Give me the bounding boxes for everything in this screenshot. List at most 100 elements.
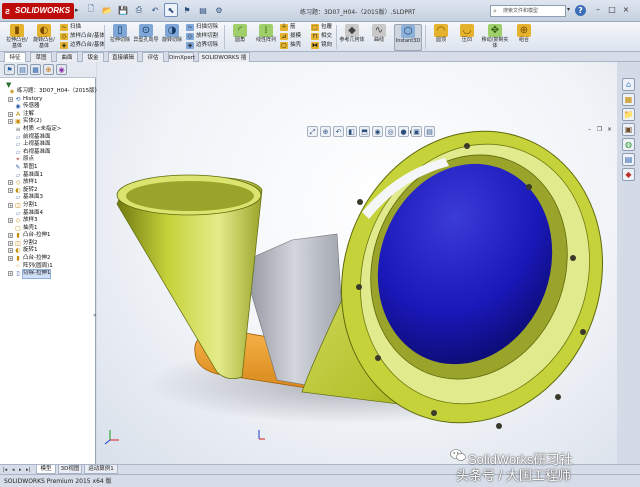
file-explorer-icon[interactable]: 📁 (622, 108, 635, 121)
expand-toggle-icon[interactable]: + (8, 240, 13, 246)
hide-show-icon[interactable]: ◎ (385, 126, 396, 137)
select-icon[interactable]: ⬉ (164, 3, 178, 17)
rib-button[interactable]: ┴ 筋 (280, 23, 296, 32)
wrap-button[interactable]: ⬚ 包覆 (311, 23, 332, 32)
help-icon[interactable]: ? (575, 5, 586, 16)
zoom-area-icon[interactable]: ⊕ (320, 126, 331, 137)
new-icon[interactable]: 🗋 (84, 3, 98, 17)
next-tab-icon[interactable]: ▸ (19, 466, 22, 474)
solidworks-forum-icon[interactable]: ◆ (622, 168, 635, 181)
view-settings-icon[interactable]: ▤ (424, 126, 435, 137)
tree-item[interactable]: + A 注解 (0, 111, 96, 119)
tree-item[interactable]: ≡ 材质 <未指定> (0, 126, 96, 134)
scene-icon[interactable]: ▣ (411, 126, 422, 137)
boundary-boss-button[interactable]: ◈ 边界凸台/基体 (60, 41, 105, 50)
view-orientation-icon[interactable]: ⬒ (359, 126, 370, 137)
tree-item[interactable]: + ⟲ History (0, 96, 96, 104)
draft-button[interactable]: ⊿ 拔模 (280, 32, 301, 41)
revolve-boss-button[interactable]: ◐ 旋转凸台/基体 (31, 24, 57, 51)
revolve-cut-button[interactable]: ◑ 旋转切除 (159, 24, 185, 51)
tab-sketch[interactable]: 草图 (30, 52, 52, 62)
hole-wizard-button[interactable]: ⊙ 异型孔向导 (133, 24, 159, 51)
tab-motion-study[interactable]: 运动算例1 (84, 465, 118, 474)
tab-features[interactable]: 特征 (4, 52, 26, 62)
tree-item[interactable]: + ◐ 旋转2 (0, 187, 96, 195)
linear-pattern-button[interactable]: ⁞ 线性阵列 (253, 24, 279, 51)
tab-sheet-metal[interactable]: 钣金 (82, 52, 104, 62)
previous-view-icon[interactable]: ↶ (333, 126, 344, 137)
curves-button[interactable]: ∿ 曲线 (366, 24, 392, 51)
tab-solidworks-addins[interactable]: SOLIDWORKS 插件 (198, 52, 250, 71)
tree-item[interactable]: ▱ 右视基准面 (0, 149, 96, 157)
combine-button[interactable]: ⊕ 组合 (511, 24, 537, 51)
graphics-area[interactable]: ⤢ ⊕ ↶ ◧ ⬒ ◉ ◎ ● ▣ ▤ – ❐ × (97, 62, 617, 464)
menu-arrow-icon[interactable]: ▸ (75, 6, 79, 14)
tree-item[interactable]: + ◇ 放样3 (0, 217, 96, 225)
expand-toggle-icon[interactable]: + (8, 271, 13, 277)
expand-toggle-icon[interactable]: + (8, 248, 13, 254)
tab-dimxpert[interactable]: DimXpert (168, 52, 195, 62)
tree-item[interactable]: + ◇ 放样1 (0, 179, 96, 187)
tree-item[interactable]: ◉ 传感器 (0, 103, 96, 111)
maximize-button[interactable]: □ (606, 4, 618, 16)
close-button[interactable]: × (620, 4, 632, 16)
loft-boss-button[interactable]: ◇ 放样凸台/基体 (60, 32, 105, 41)
tree-item[interactable]: + ◐ 旋转1 (0, 247, 96, 255)
viewport-close-icon[interactable]: × (605, 125, 614, 134)
tree-item[interactable]: ▱ 基准面4 (0, 210, 96, 218)
expand-toggle-icon[interactable]: + (8, 187, 13, 193)
config-manager-icon[interactable]: ▦ (30, 64, 41, 75)
feature-tree-icon[interactable]: ⚑ (4, 64, 15, 75)
tree-item[interactable]: + ◫ 分割1 (0, 202, 96, 210)
solidworks-resources-icon[interactable]: ⌂ (622, 78, 635, 91)
first-tab-icon[interactable]: |◂ (3, 466, 7, 474)
expand-toggle-icon[interactable]: + (8, 96, 13, 102)
move-copy-button[interactable]: ✥ 移动/复制实体 (480, 24, 510, 51)
property-manager-icon[interactable]: ▤ (17, 64, 28, 75)
fillet-button[interactable]: ◜ 圆角 (227, 24, 253, 51)
tree-item[interactable]: ▱ 基准面3 (0, 194, 96, 202)
tree-item[interactable]: ◈ 练习题：3D07_H04-（2015版） (0, 88, 100, 96)
prev-tab-icon[interactable]: ◂ (12, 466, 15, 474)
indent-button[interactable]: ◡ 压凹 (454, 24, 480, 51)
view-palette-icon[interactable]: ▣ (622, 123, 635, 136)
tab-evaluate[interactable]: 评估 (142, 52, 164, 62)
save-icon[interactable]: 💾 (116, 3, 130, 17)
extrude-boss-button[interactable]: ▮ 拉伸凸台/基体 (4, 24, 30, 51)
tree-item[interactable]: ⌖ 原点 (0, 156, 96, 164)
expand-toggle-icon[interactable]: + (8, 119, 13, 125)
extrude-cut-button[interactable]: ▯ 拉伸切除 (107, 24, 133, 51)
dimxpert-manager-icon[interactable]: ⊕ (43, 64, 54, 75)
expand-toggle-icon[interactable]: + (8, 111, 13, 117)
expand-toggle-icon[interactable]: + (8, 256, 13, 262)
sweep-button[interactable]: ~ 扫描 (60, 23, 81, 32)
tab-3d-views[interactable]: 3D视图 (58, 465, 82, 474)
print-icon[interactable]: ⎙ (132, 3, 146, 17)
mirror-button[interactable]: ⧓ 镜向 (311, 41, 332, 50)
appearances-icon[interactable]: ◍ (622, 138, 635, 151)
tab-surfaces[interactable]: 曲面 (56, 52, 78, 62)
tab-model[interactable]: 模型 (36, 465, 56, 474)
reference-geometry-button[interactable]: ◆ 参考几何体 (339, 24, 365, 51)
last-tab-icon[interactable]: ▸| (26, 466, 30, 474)
lofted-cut-button[interactable]: ◇ 放样切割 (186, 32, 218, 41)
tree-item[interactable]: + ▯ 切除-拉伸1 (0, 269, 96, 279)
open-icon[interactable]: 📂 (100, 3, 114, 17)
swept-cut-button[interactable]: ~ 扫描切除 (186, 23, 218, 32)
zoom-to-fit-icon[interactable]: ⤢ (307, 126, 318, 137)
viewport-restore-icon[interactable]: ❐ (595, 125, 604, 134)
tab-direct-editing[interactable]: 直接编辑 (108, 52, 138, 62)
section-view-icon[interactable]: ◧ (346, 126, 357, 137)
minimize-button[interactable]: – (592, 4, 604, 16)
intersect-button[interactable]: ⊓ 相交 (311, 32, 332, 41)
edit-appearance-icon[interactable]: ● (398, 126, 409, 137)
tree-item[interactable]: + ◫ 分割2 (0, 240, 96, 248)
search-input[interactable]: ⌕ 搜索文件和模型 (490, 5, 566, 17)
options-icon[interactable]: ⚙ (212, 3, 226, 17)
tree-item[interactable]: ▱ 基准面1 (0, 172, 96, 180)
design-library-icon[interactable]: ▦ (622, 93, 635, 106)
display-style-icon[interactable]: ◉ (372, 126, 383, 137)
boundary-cut-button[interactable]: ◈ 边界切除 (186, 41, 218, 50)
instant3d-button[interactable]: ⬡ Instant3D (394, 24, 422, 51)
expand-toggle-icon[interactable]: + (8, 233, 13, 239)
